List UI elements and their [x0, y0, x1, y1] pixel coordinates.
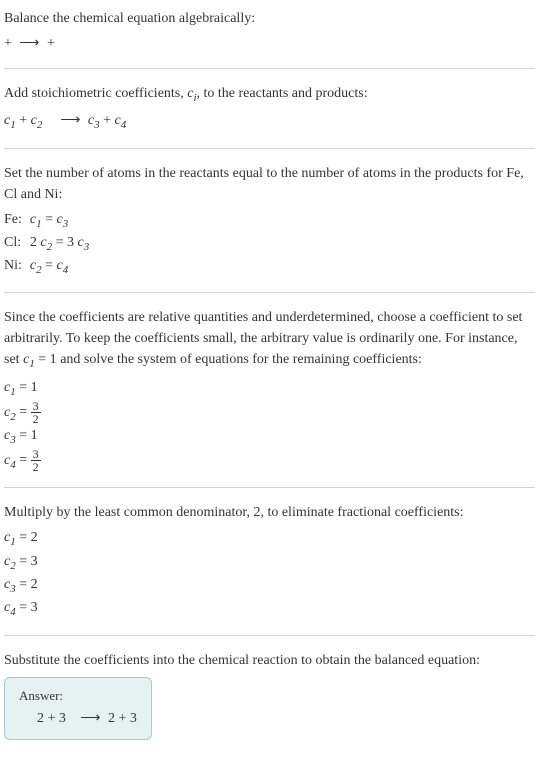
var: c1	[4, 380, 16, 395]
fraction: 32	[31, 400, 41, 425]
n: 4	[63, 264, 69, 276]
var: c2	[4, 554, 16, 569]
fraction: 32	[31, 448, 41, 473]
lhs: c2	[40, 235, 52, 250]
element-label: Ni:	[4, 255, 30, 278]
val: = 2	[16, 530, 38, 545]
list-item: c2 = 32	[4, 400, 535, 425]
lhs: c1	[30, 212, 42, 227]
coeff: 2	[37, 711, 48, 726]
plus: +	[4, 36, 15, 51]
text-fragment: and solve the system of equations for th…	[57, 352, 422, 367]
equals: =	[16, 453, 31, 468]
equation: c1 = c3	[30, 209, 93, 232]
c3: c3	[88, 113, 100, 128]
list-item: c4 = 32	[4, 448, 535, 473]
coeff: 2	[108, 711, 119, 726]
val: = 3	[16, 554, 38, 569]
reaction-arrow-icon: ⟶	[60, 110, 80, 131]
c1: c1	[4, 113, 16, 128]
list-item: c1 = 2	[4, 527, 535, 550]
plus: +	[19, 113, 30, 128]
var: c4	[4, 453, 16, 468]
answer-box: Answer: 2 + 3 ⟶ 2 + 3	[4, 677, 152, 741]
val: = 1	[16, 428, 38, 443]
reaction-arrow-icon: ⟶	[19, 33, 39, 54]
balanced-equation: 2 + 3 ⟶ 2 + 3	[19, 708, 137, 729]
rhs: c3	[57, 212, 69, 227]
list-item: c3 = 2	[4, 574, 535, 597]
reaction-arrow-icon: ⟶	[80, 708, 100, 729]
text: Substitute the coefficients into the che…	[4, 650, 535, 671]
answer-label: Answer:	[19, 686, 137, 706]
equation: c2 = c4	[30, 255, 93, 278]
n: 3	[94, 119, 100, 131]
val: = 2	[16, 577, 38, 592]
lhs: c2	[30, 258, 42, 273]
equation: 2 c2 = 3 c3	[30, 232, 93, 255]
list-item: c1 = 1	[4, 377, 535, 400]
text: Since the coefficients are relative quan…	[4, 307, 535, 372]
text: Add stoichiometric coefficients, ci, to …	[4, 83, 535, 106]
val: = 3	[16, 600, 38, 615]
var: c1	[4, 530, 16, 545]
denominator: 2	[31, 461, 41, 473]
element-label: Cl:	[4, 232, 30, 255]
equals: =	[16, 405, 31, 420]
list-item: c2 = 3	[4, 551, 535, 574]
system-table: Fe: c1 = c3 Cl: 2 c2 = 3 c3 Ni: c2 = c4	[4, 209, 93, 279]
var: c3	[4, 577, 16, 592]
unbalanced-reaction: + ⟶ +	[4, 33, 535, 54]
n: 4	[121, 119, 127, 131]
set-var: c1	[23, 352, 35, 367]
var: c3	[4, 428, 16, 443]
spacer	[69, 711, 73, 726]
denominator: 2	[31, 413, 41, 425]
c2: c2	[31, 113, 43, 128]
generic-reaction: c1 + c2 ⟶ c3 + c4	[4, 110, 535, 133]
list-item: c3 = 1	[4, 425, 535, 448]
plus: +	[47, 36, 55, 51]
solution-list: c1 = 2 c2 = 3 c3 = 2 c4 = 3	[4, 527, 535, 620]
rhs: c4	[57, 258, 69, 273]
table-row: Cl: 2 c2 = 3 c3	[4, 232, 93, 255]
equals: =	[42, 258, 57, 273]
list-item: c4 = 3	[4, 597, 535, 620]
val: = 1	[16, 380, 38, 395]
solution-list: c1 = 1 c2 = 32 c3 = 1 c4 = 32	[4, 377, 535, 474]
section-solve-fractional: Since the coefficients are relative quan…	[4, 307, 535, 488]
c4: c4	[115, 113, 127, 128]
n: 3	[84, 241, 90, 253]
ci-symbol: ci	[187, 86, 196, 101]
var: c4	[4, 600, 16, 615]
table-row: Ni: c2 = c4	[4, 255, 93, 278]
plus: +	[103, 113, 114, 128]
equals: =	[52, 235, 67, 250]
text-fragment: Add stoichiometric coefficients,	[4, 86, 187, 101]
section-integer: Multiply by the least common denominator…	[4, 502, 535, 635]
text: Set the number of atoms in the reactants…	[4, 163, 535, 205]
n: 3	[63, 217, 69, 229]
mult: 3	[67, 235, 78, 250]
section-answer: Substitute the coefficients into the che…	[4, 650, 535, 741]
prefix: 2	[30, 235, 41, 250]
heading: Balance the chemical equation algebraica…	[4, 8, 535, 29]
section-add-coefficients: Add stoichiometric coefficients, ci, to …	[4, 83, 535, 149]
text-fragment: , to the reactants and products:	[197, 86, 368, 101]
var: c2	[4, 405, 16, 420]
n: 1	[10, 119, 16, 131]
spacer	[46, 113, 53, 128]
n: 2	[37, 119, 43, 131]
plus: + 3	[118, 711, 136, 726]
rhs: c3	[78, 235, 90, 250]
section-system: Set the number of atoms in the reactants…	[4, 163, 535, 294]
table-row: Fe: c1 = c3	[4, 209, 93, 232]
plus: + 3	[48, 711, 70, 726]
text: Multiply by the least common denominator…	[4, 502, 535, 523]
section-problem: Balance the chemical equation algebraica…	[4, 8, 535, 69]
equals: =	[42, 212, 57, 227]
set-val: = 1	[35, 352, 57, 367]
element-label: Fe:	[4, 209, 30, 232]
